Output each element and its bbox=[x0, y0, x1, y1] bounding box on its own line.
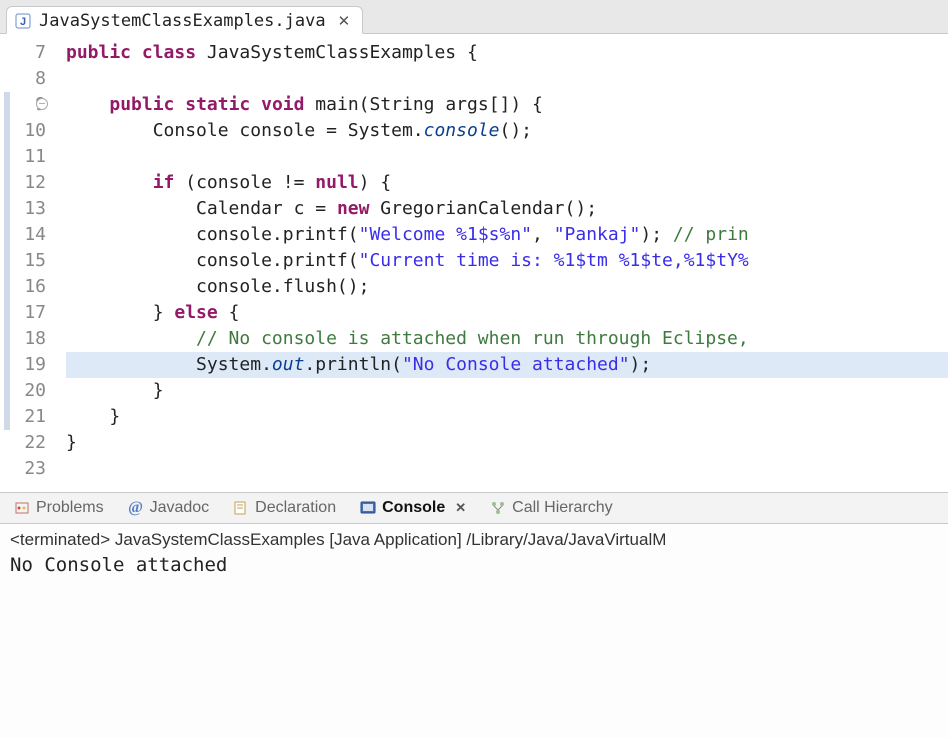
code-area[interactable]: public class JavaSystemClassExamples { p… bbox=[56, 40, 948, 482]
line-number-gutter: 789–1011121314151617181920212223 bbox=[0, 40, 56, 482]
line-number: 16 bbox=[0, 274, 46, 300]
code-editor[interactable]: 789–1011121314151617181920212223 public … bbox=[0, 34, 948, 492]
line-number: 12 bbox=[0, 170, 46, 196]
code-line[interactable] bbox=[66, 144, 948, 170]
console-launch-info: <terminated> JavaSystemClassExamples [Ja… bbox=[0, 524, 948, 552]
call-hierarchy-icon bbox=[490, 500, 506, 516]
bottom-view-tabs: Problems @ Javadoc Declaration Console ✕… bbox=[0, 492, 948, 524]
svg-text:J: J bbox=[20, 16, 26, 28]
line-number: 7 bbox=[0, 40, 46, 66]
javadoc-icon: @ bbox=[128, 500, 144, 516]
problems-icon bbox=[14, 500, 30, 516]
tab-javadoc-label: Javadoc bbox=[150, 499, 210, 517]
tab-problems[interactable]: Problems bbox=[10, 497, 108, 519]
code-line[interactable]: // No console is attached when run throu… bbox=[66, 326, 948, 352]
close-icon[interactable]: ✕ bbox=[451, 500, 466, 516]
code-line[interactable]: if (console != null) { bbox=[66, 170, 948, 196]
code-line[interactable] bbox=[66, 66, 948, 92]
line-number: 17 bbox=[0, 300, 46, 326]
line-number: 13 bbox=[0, 196, 46, 222]
tab-declaration[interactable]: Declaration bbox=[229, 497, 340, 519]
fold-toggle-icon[interactable]: – bbox=[36, 98, 48, 110]
tab-console-label: Console bbox=[382, 499, 445, 517]
code-line[interactable] bbox=[66, 456, 948, 482]
code-line[interactable]: } bbox=[66, 430, 948, 456]
declaration-icon bbox=[233, 500, 249, 516]
tab-problems-label: Problems bbox=[36, 499, 104, 517]
line-number: 14 bbox=[0, 222, 46, 248]
line-number: 19 bbox=[0, 352, 46, 378]
code-line[interactable]: } bbox=[66, 404, 948, 430]
tab-javadoc[interactable]: @ Javadoc bbox=[124, 497, 214, 519]
tab-declaration-label: Declaration bbox=[255, 499, 336, 517]
code-line[interactable]: Console console = System.console(); bbox=[66, 118, 948, 144]
line-number: 18 bbox=[0, 326, 46, 352]
tab-call-hierarchy-label: Call Hierarchy bbox=[512, 499, 612, 517]
line-number: 20 bbox=[0, 378, 46, 404]
close-icon[interactable]: ✕ bbox=[334, 12, 351, 30]
editor-tab[interactable]: J JavaSystemClassExamples.java ✕ bbox=[6, 6, 363, 34]
tab-call-hierarchy[interactable]: Call Hierarchy bbox=[486, 497, 616, 519]
code-line[interactable]: console.printf("Current time is: %1$tm %… bbox=[66, 248, 948, 274]
editor-tab-bar: J JavaSystemClassExamples.java ✕ bbox=[0, 0, 948, 34]
code-line[interactable]: } bbox=[66, 378, 948, 404]
console-output: No Console attached bbox=[0, 552, 948, 590]
code-line[interactable]: public class JavaSystemClassExamples { bbox=[66, 40, 948, 66]
tab-console[interactable]: Console ✕ bbox=[356, 497, 470, 519]
java-file-icon: J bbox=[15, 13, 31, 29]
line-number: 9– bbox=[0, 92, 46, 118]
code-line[interactable]: Calendar c = new GregorianCalendar(); bbox=[66, 196, 948, 222]
editor-tab-filename: JavaSystemClassExamples.java bbox=[39, 11, 326, 31]
code-line[interactable]: console.printf("Welcome %1$s%n", "Pankaj… bbox=[66, 222, 948, 248]
line-number: 22 bbox=[0, 430, 46, 456]
console-icon bbox=[360, 500, 376, 516]
code-line[interactable]: public static void main(String args[]) { bbox=[66, 92, 948, 118]
code-line[interactable]: } else { bbox=[66, 300, 948, 326]
line-number: 23 bbox=[0, 456, 46, 482]
line-number: 8 bbox=[0, 66, 46, 92]
code-line[interactable]: System.out.println("No Console attached"… bbox=[66, 352, 948, 378]
line-number: 21 bbox=[0, 404, 46, 430]
line-number: 10 bbox=[0, 118, 46, 144]
line-number: 15 bbox=[0, 248, 46, 274]
line-number: 11 bbox=[0, 144, 46, 170]
code-line[interactable]: console.flush(); bbox=[66, 274, 948, 300]
